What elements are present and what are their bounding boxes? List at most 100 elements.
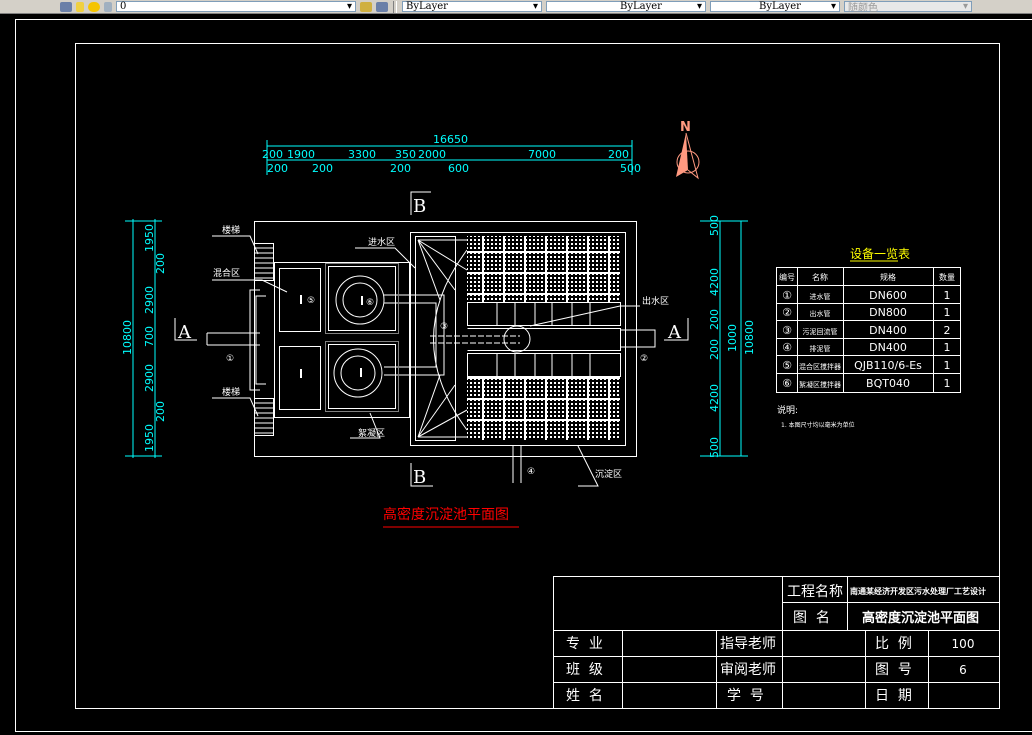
- svg-text:姓 名: 姓 名: [566, 688, 603, 704]
- svg-text:图 名: 图 名: [793, 610, 830, 626]
- svg-text:500: 500: [620, 162, 641, 175]
- svg-text:①: ①: [226, 354, 234, 364]
- separator: [393, 0, 397, 13]
- equipment-cell: ⑤: [782, 359, 792, 372]
- stairs-top: [254, 243, 274, 281]
- svg-text:进水区: 进水区: [368, 236, 395, 248]
- svg-text:图 号: 图 号: [875, 662, 912, 678]
- north-arrow-icon: N: [676, 120, 700, 180]
- svg-text:B: B: [413, 467, 426, 488]
- svg-text:500: 500: [708, 215, 721, 236]
- dimensions-top: 16650 200 1900 3300 350 2000 7000 200 20…: [262, 133, 641, 175]
- svg-text:规格: 规格: [880, 272, 896, 282]
- svg-text:⑤: ⑤: [307, 296, 315, 306]
- color-value: ByLayer: [406, 1, 448, 12]
- equipment-cell: ③: [782, 324, 792, 337]
- svg-text:200: 200: [154, 401, 167, 422]
- equipment-cell: DN800: [869, 306, 907, 319]
- equipment-cell: 1: [944, 359, 951, 372]
- svg-text:混合区: 混合区: [213, 267, 240, 279]
- svg-text:比 例: 比 例: [875, 636, 912, 652]
- svg-text:1950: 1950: [143, 224, 156, 252]
- properties-toolbar: 0 ▾ ByLayer ▾ ByLayer ▾ ByLayer ▾ 随颜色 ▾: [0, 0, 1032, 14]
- svg-text:2900: 2900: [143, 286, 156, 314]
- svg-text:楼梯: 楼梯: [222, 386, 240, 398]
- svg-text:200: 200: [390, 162, 411, 175]
- svg-text:200: 200: [708, 339, 721, 360]
- settling-tubes-bottom: [467, 376, 620, 440]
- svg-text:A: A: [177, 322, 192, 343]
- chevron-down-icon: ▾: [696, 1, 702, 12]
- svg-text:600: 600: [448, 162, 469, 175]
- svg-text:专 业: 专 业: [566, 636, 603, 652]
- svg-text:设备一览表: 设备一览表: [850, 246, 910, 261]
- svg-text:1000: 1000: [726, 324, 739, 352]
- svg-text:100: 100: [952, 637, 975, 651]
- settling-tubes-top: [467, 236, 620, 302]
- chevron-down-icon: ▾: [830, 1, 836, 12]
- equipment-cell: ①: [782, 289, 792, 302]
- svg-text:1950: 1950: [143, 424, 156, 452]
- svg-text:指导老师: 指导老师: [720, 636, 776, 652]
- stairs-bottom: [254, 398, 274, 436]
- equipment-cell: ⑥: [782, 377, 792, 390]
- svg-text:沉淀区: 沉淀区: [595, 468, 622, 480]
- equipment-cell: 混合区搅拌器: [799, 362, 841, 371]
- bulb-icon[interactable]: [76, 1, 84, 12]
- svg-text:高密度沉淀池平面图: 高密度沉淀池平面图: [862, 610, 979, 626]
- svg-text:楼梯: 楼梯: [222, 224, 240, 236]
- svg-text:200: 200: [262, 148, 283, 161]
- svg-text:350: 350: [395, 148, 416, 161]
- svg-text:N: N: [680, 120, 691, 135]
- layer-manager-icon[interactable]: [60, 1, 72, 12]
- svg-text:南通某经济开发区污水处理厂工艺设计: 南通某经济开发区污水处理厂工艺设计: [850, 586, 986, 596]
- equipment-cell: 2: [944, 324, 951, 337]
- equipment-cell: DN400: [869, 341, 907, 354]
- svg-text:工程名称: 工程名称: [787, 584, 843, 600]
- svg-text:500: 500: [708, 437, 721, 458]
- svg-text:⑥: ⑥: [366, 298, 374, 308]
- linetype-value: ByLayer: [620, 1, 662, 12]
- equipment-cell: 1: [944, 306, 951, 319]
- sun-icon[interactable]: [88, 1, 100, 12]
- plotstyle-dropdown[interactable]: 随颜色 ▾: [844, 1, 972, 13]
- layer-dropdown[interactable]: 0 ▾: [116, 1, 356, 12]
- svg-text:日 期: 日 期: [875, 688, 912, 704]
- svg-text:名称: 名称: [812, 272, 828, 282]
- equipment-cell: 进水管: [810, 292, 831, 301]
- equipment-cell: BQT040: [866, 377, 910, 390]
- svg-text:②: ②: [640, 354, 648, 364]
- svg-text:③: ③: [440, 322, 448, 332]
- equipment-cell: DN600: [869, 289, 907, 302]
- svg-text:班 级: 班 级: [566, 662, 603, 678]
- dimensions-left: 10800 1950 2900 700 2900 1950 200 200: [121, 219, 167, 458]
- svg-text:4200: 4200: [708, 384, 721, 412]
- equipment-cell: 1: [944, 377, 951, 390]
- make-current-layer-icon[interactable]: [360, 1, 372, 12]
- svg-text:说明:: 说明:: [777, 404, 798, 416]
- svg-text:16650: 16650: [433, 133, 468, 146]
- tank-plan: [206, 221, 656, 483]
- svg-text:编号: 编号: [779, 272, 795, 282]
- equipment-cell: 污泥回流管: [803, 327, 838, 336]
- svg-text:絮凝区: 絮凝区: [358, 427, 385, 439]
- color-dropdown[interactable]: ByLayer ▾: [402, 1, 542, 12]
- layer-previous-icon[interactable]: [376, 1, 388, 12]
- equipment-cell: 1: [944, 289, 951, 302]
- svg-text:4200: 4200: [708, 268, 721, 296]
- chevron-down-icon: ▾: [532, 1, 538, 12]
- svg-text:A: A: [667, 322, 682, 343]
- svg-text:2000: 2000: [418, 148, 446, 161]
- svg-text:④: ④: [527, 467, 535, 477]
- drawing-canvas[interactable]: N 16650 200 1900 3300 350 2000 7000 200 …: [0, 0, 1032, 735]
- lineweight-dropdown[interactable]: ByLayer ▾: [710, 1, 840, 12]
- linetype-dropdown[interactable]: ByLayer ▾: [546, 1, 706, 12]
- equipment-cell: QJB110/6-Es: [854, 359, 922, 372]
- svg-text:10800: 10800: [743, 320, 756, 355]
- lock-icon[interactable]: [104, 1, 112, 12]
- svg-text:数量: 数量: [939, 272, 955, 282]
- equipment-cell: 絮凝区搅拌器: [799, 380, 841, 389]
- svg-text:700: 700: [143, 326, 156, 347]
- svg-text:审阅老师: 审阅老师: [720, 662, 776, 678]
- equipment-cell: ④: [782, 341, 792, 354]
